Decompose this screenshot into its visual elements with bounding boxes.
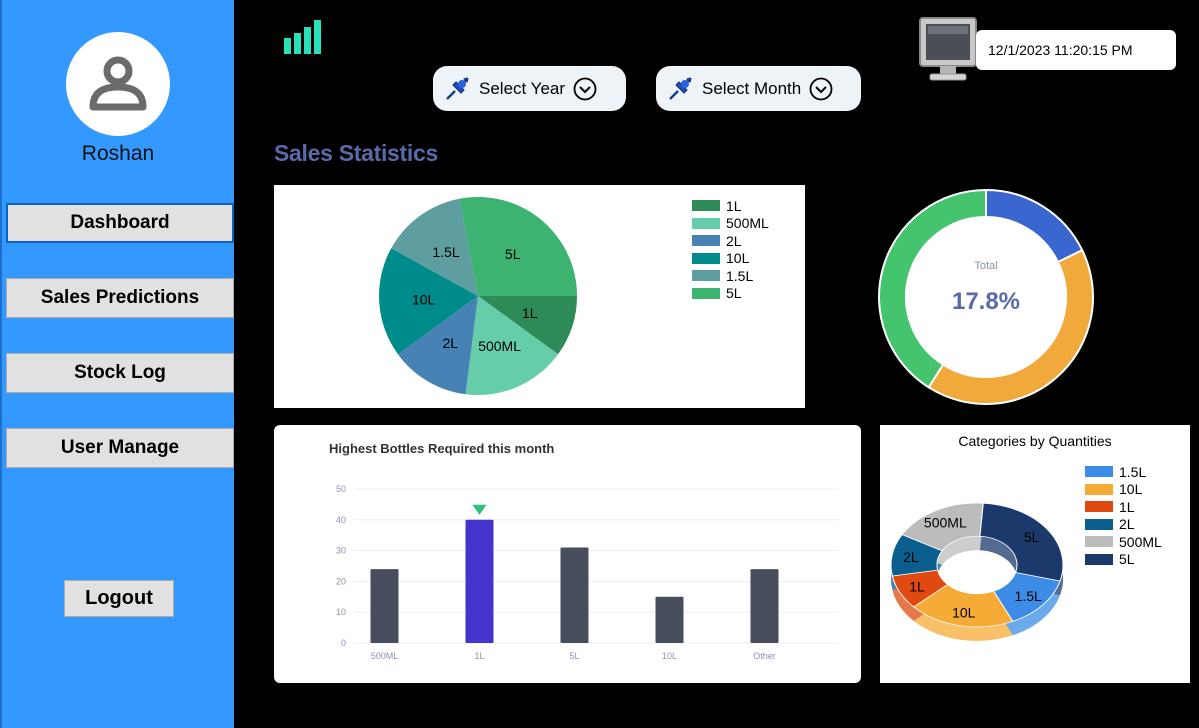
year-select-label: Select Year [479, 78, 566, 98]
categories-donut-chart: 1.5L 10L 1L 2L 500ML 5L [890, 502, 1064, 641]
categories-card: Categories by Quantities 1.5L 10L 1L 2L 500M… [880, 425, 1190, 683]
bottles-bar-card: Highest Bottles Required this month 0 10 2… [274, 425, 861, 683]
categories-legend-item: 1.5L [1085, 463, 1162, 481]
legend-swatch [1085, 466, 1113, 478]
donut-segment-label: 500ML [924, 514, 967, 530]
sales-pie-legend-item: 10L [692, 250, 769, 268]
pie-slice-label: 2L [442, 335, 458, 351]
legend-swatch [1085, 536, 1113, 548]
y-tick-label: 50 [336, 484, 346, 494]
x-tick-label: 500ML [371, 651, 399, 661]
donut-segment-label: 1.5L [1015, 588, 1042, 604]
legend-label: 500ML [1119, 533, 1162, 550]
y-tick-label: 40 [336, 515, 346, 525]
x-tick-label: 5L [569, 651, 579, 661]
sales-pie-legend: 1L 500ML 2L 10L 1.5L 5L [692, 197, 769, 302]
pie-slice-label: 1L [522, 305, 538, 321]
nav-user-manage-button[interactable]: User Manage [6, 428, 234, 468]
pin-icon [669, 76, 692, 100]
legend-label: 2L [726, 232, 742, 249]
user-name: Roshan [81, 142, 155, 165]
sales-pie-legend-item: 1L [692, 197, 769, 215]
signal-icon [284, 20, 321, 54]
year-select[interactable]: Select Year [433, 66, 626, 111]
categories-legend-item: 1L [1085, 498, 1162, 516]
pie-slice-label: 10L [412, 291, 436, 307]
sales-pie-legend-item: 2L [692, 232, 769, 250]
y-tick-label: 30 [336, 546, 346, 556]
legend-label: 10L [1119, 481, 1143, 498]
bar[interactable] [655, 596, 684, 643]
x-tick-label: Other [753, 651, 776, 661]
legend-label: 2L [1119, 516, 1135, 533]
legend-label: 10L [726, 250, 750, 267]
donut-center-value: 17.8% [952, 288, 1020, 315]
legend-swatch [692, 252, 720, 264]
pie-slice-label: 5L [505, 246, 521, 262]
app-window: Roshan Dashboard Sales Predictions Stock… [0, 0, 1199, 728]
month-select-label: Select Month [702, 78, 802, 98]
bar[interactable] [750, 569, 779, 643]
logout-button[interactable]: Logout [64, 580, 174, 617]
highlight-marker [472, 504, 487, 515]
categories-legend-item: 10L [1085, 481, 1162, 499]
donut-segment-label: 10L [952, 604, 976, 620]
chevron-down-icon [809, 77, 833, 100]
categories-legend-item: 5L [1085, 551, 1162, 569]
legend-swatch [1085, 483, 1113, 495]
x-tick-label: 10L [662, 651, 677, 661]
pie-slice-label: 1.5L [432, 244, 459, 260]
categories-legend: 1.5L 10L 1L 2L 500ML 5L [1085, 463, 1162, 568]
datetime-display: 12/1/2023 11:20:15 PM [976, 30, 1176, 70]
legend-swatch [692, 270, 720, 282]
bar[interactable] [370, 569, 399, 643]
pin-icon [446, 76, 469, 100]
avatar [66, 32, 170, 136]
bar[interactable] [465, 519, 494, 643]
monitor-icon [919, 17, 977, 81]
nav-stock-log-button[interactable]: Stock Log [6, 353, 234, 393]
y-tick-label: 0 [341, 638, 346, 648]
categories-legend-item: 500ML [1085, 533, 1162, 551]
legend-label: 1.5L [726, 267, 754, 284]
sales-pie-card: 1L 500ML 2L 10L 1.5L 5L 1L 500ML 2L 10L 1.5L 5L [274, 185, 805, 408]
legend-swatch [692, 235, 720, 247]
user-icon [89, 56, 147, 111]
bottles-bar-chart: 0 10 20 30 40 50 500ML 1L 5L 10L Other [336, 484, 839, 661]
sales-pie-legend-item: 1.5L [692, 267, 769, 285]
legend-label: 1L [1119, 498, 1135, 515]
donut-segment-label: 1L [909, 578, 925, 594]
categories-legend-item: 2L [1085, 516, 1162, 534]
legend-swatch [692, 200, 720, 212]
legend-label: 5L [1119, 551, 1135, 568]
donut-segment-label: 5L [1024, 529, 1040, 545]
legend-swatch [1085, 518, 1113, 530]
sidebar: Roshan Dashboard Sales Predictions Stock… [0, 0, 234, 728]
legend-swatch [1085, 553, 1113, 565]
legend-swatch [692, 287, 720, 299]
legend-label: 500ML [726, 215, 769, 232]
donut-segment-label: 2L [903, 549, 919, 565]
chevron-down-icon [573, 77, 597, 100]
pie-slice-label: 500ML [478, 338, 521, 354]
x-tick-label: 1L [474, 651, 484, 661]
sales-pie-legend-item: 500ML [692, 215, 769, 233]
donut-center-label: Total [974, 260, 997, 272]
nav-dashboard-button[interactable]: Dashboard [6, 203, 234, 243]
legend-label: 5L [726, 285, 742, 302]
legend-swatch [1085, 501, 1113, 513]
bar[interactable] [560, 547, 589, 643]
legend-label: 1.5L [1119, 463, 1147, 480]
nav-sales-predictions-button[interactable]: Sales Predictions [6, 278, 234, 318]
y-tick-label: 20 [336, 576, 346, 586]
y-tick-label: 10 [336, 607, 346, 617]
month-select[interactable]: Select Month [656, 66, 861, 111]
sales-pie-legend-item: 5L [692, 285, 769, 303]
total-donut-chart: Total 17.8% [878, 188, 1094, 405]
legend-label: 1L [726, 197, 742, 214]
section-title: Sales Statistics [274, 140, 438, 166]
legend-swatch [692, 217, 720, 229]
